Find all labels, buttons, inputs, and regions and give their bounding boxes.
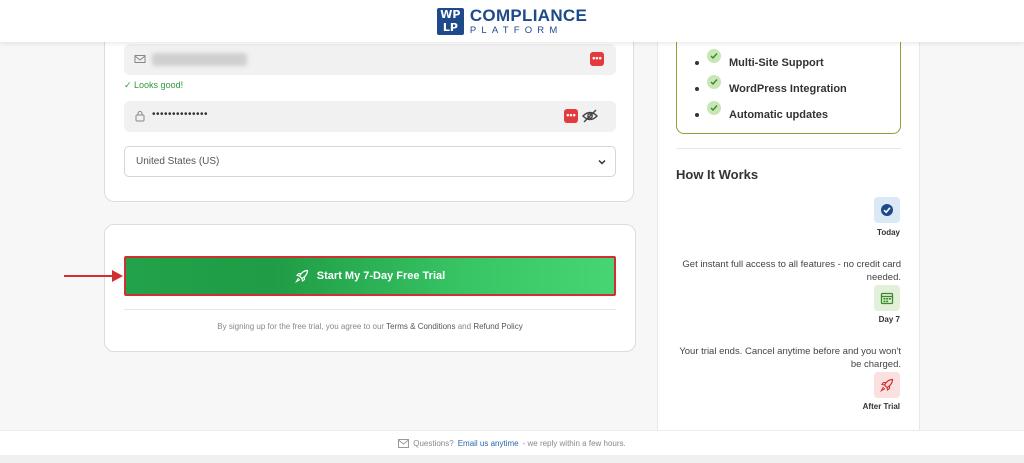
terms-link[interactable]: Terms & Conditions	[386, 322, 455, 331]
step-label-after-trial: After Trial	[862, 402, 900, 411]
feature-item: Automatic updates	[695, 101, 828, 121]
annotation-arrow-icon	[64, 270, 123, 282]
logo-line1: COMPLIANCE	[469, 5, 588, 25]
logo-mark: WP LP	[436, 7, 464, 35]
password-field[interactable]: •••••••••••••• •••	[124, 101, 616, 132]
password-value: ••••••••••••••	[152, 109, 209, 120]
check-icon	[707, 49, 721, 63]
rocket-icon	[294, 269, 308, 283]
country-select[interactable]: United States (US)	[124, 146, 616, 177]
start-trial-button[interactable]: Start My 7-Day Free Trial	[124, 256, 616, 296]
rocket-icon	[874, 372, 900, 398]
check-icon	[707, 75, 721, 89]
password-manager-icon[interactable]: •••	[564, 109, 578, 123]
logo[interactable]: WP LP COMPLIANCE PLATFORM	[436, 7, 587, 36]
mail-icon	[134, 55, 146, 63]
start-trial-label: Start My 7-Day Free Trial	[316, 270, 446, 282]
how-it-works-title: How It Works	[676, 167, 759, 182]
step-desc-day7: Your trial ends. Cancel anytime before a…	[679, 346, 901, 370]
email-us-link[interactable]: Email us anytime	[458, 439, 519, 448]
chevron-down-icon	[598, 159, 606, 165]
terms-notice: By signing up for the free trial, you ag…	[217, 322, 523, 331]
logo-text: COMPLIANCE PLATFORM	[470, 7, 587, 36]
logo-line2: PLATFORM	[469, 24, 563, 36]
mail-icon	[398, 439, 410, 448]
calendar-icon	[874, 285, 900, 311]
email-field[interactable]: •••	[124, 44, 616, 75]
step-label-day7: Day 7	[878, 315, 900, 324]
step-desc-today: Get instant full access to all features …	[682, 259, 901, 283]
eye-off-icon[interactable]	[582, 109, 598, 123]
country-selected-value: United States (US)	[136, 156, 220, 167]
step-label-today: Today	[877, 228, 900, 237]
email-valid-message: ✓ Looks good!	[124, 80, 184, 90]
refund-policy-link[interactable]: Refund Policy	[473, 322, 522, 331]
feature-item: WordPress Integration	[695, 75, 847, 95]
check-circle-icon	[874, 197, 900, 223]
feature-item: Multi-Site Support	[695, 49, 824, 69]
password-manager-icon[interactable]: •••	[590, 52, 604, 66]
divider	[124, 309, 616, 310]
check-icon	[707, 101, 721, 115]
email-value-redacted	[152, 53, 247, 66]
footer: Questions? Email us anytime - we reply w…	[0, 430, 1024, 456]
divider	[676, 148, 901, 149]
site-header: WP LP COMPLIANCE PLATFORM	[0, 0, 1024, 42]
lock-icon	[135, 111, 145, 122]
page-bottom	[0, 455, 1024, 463]
